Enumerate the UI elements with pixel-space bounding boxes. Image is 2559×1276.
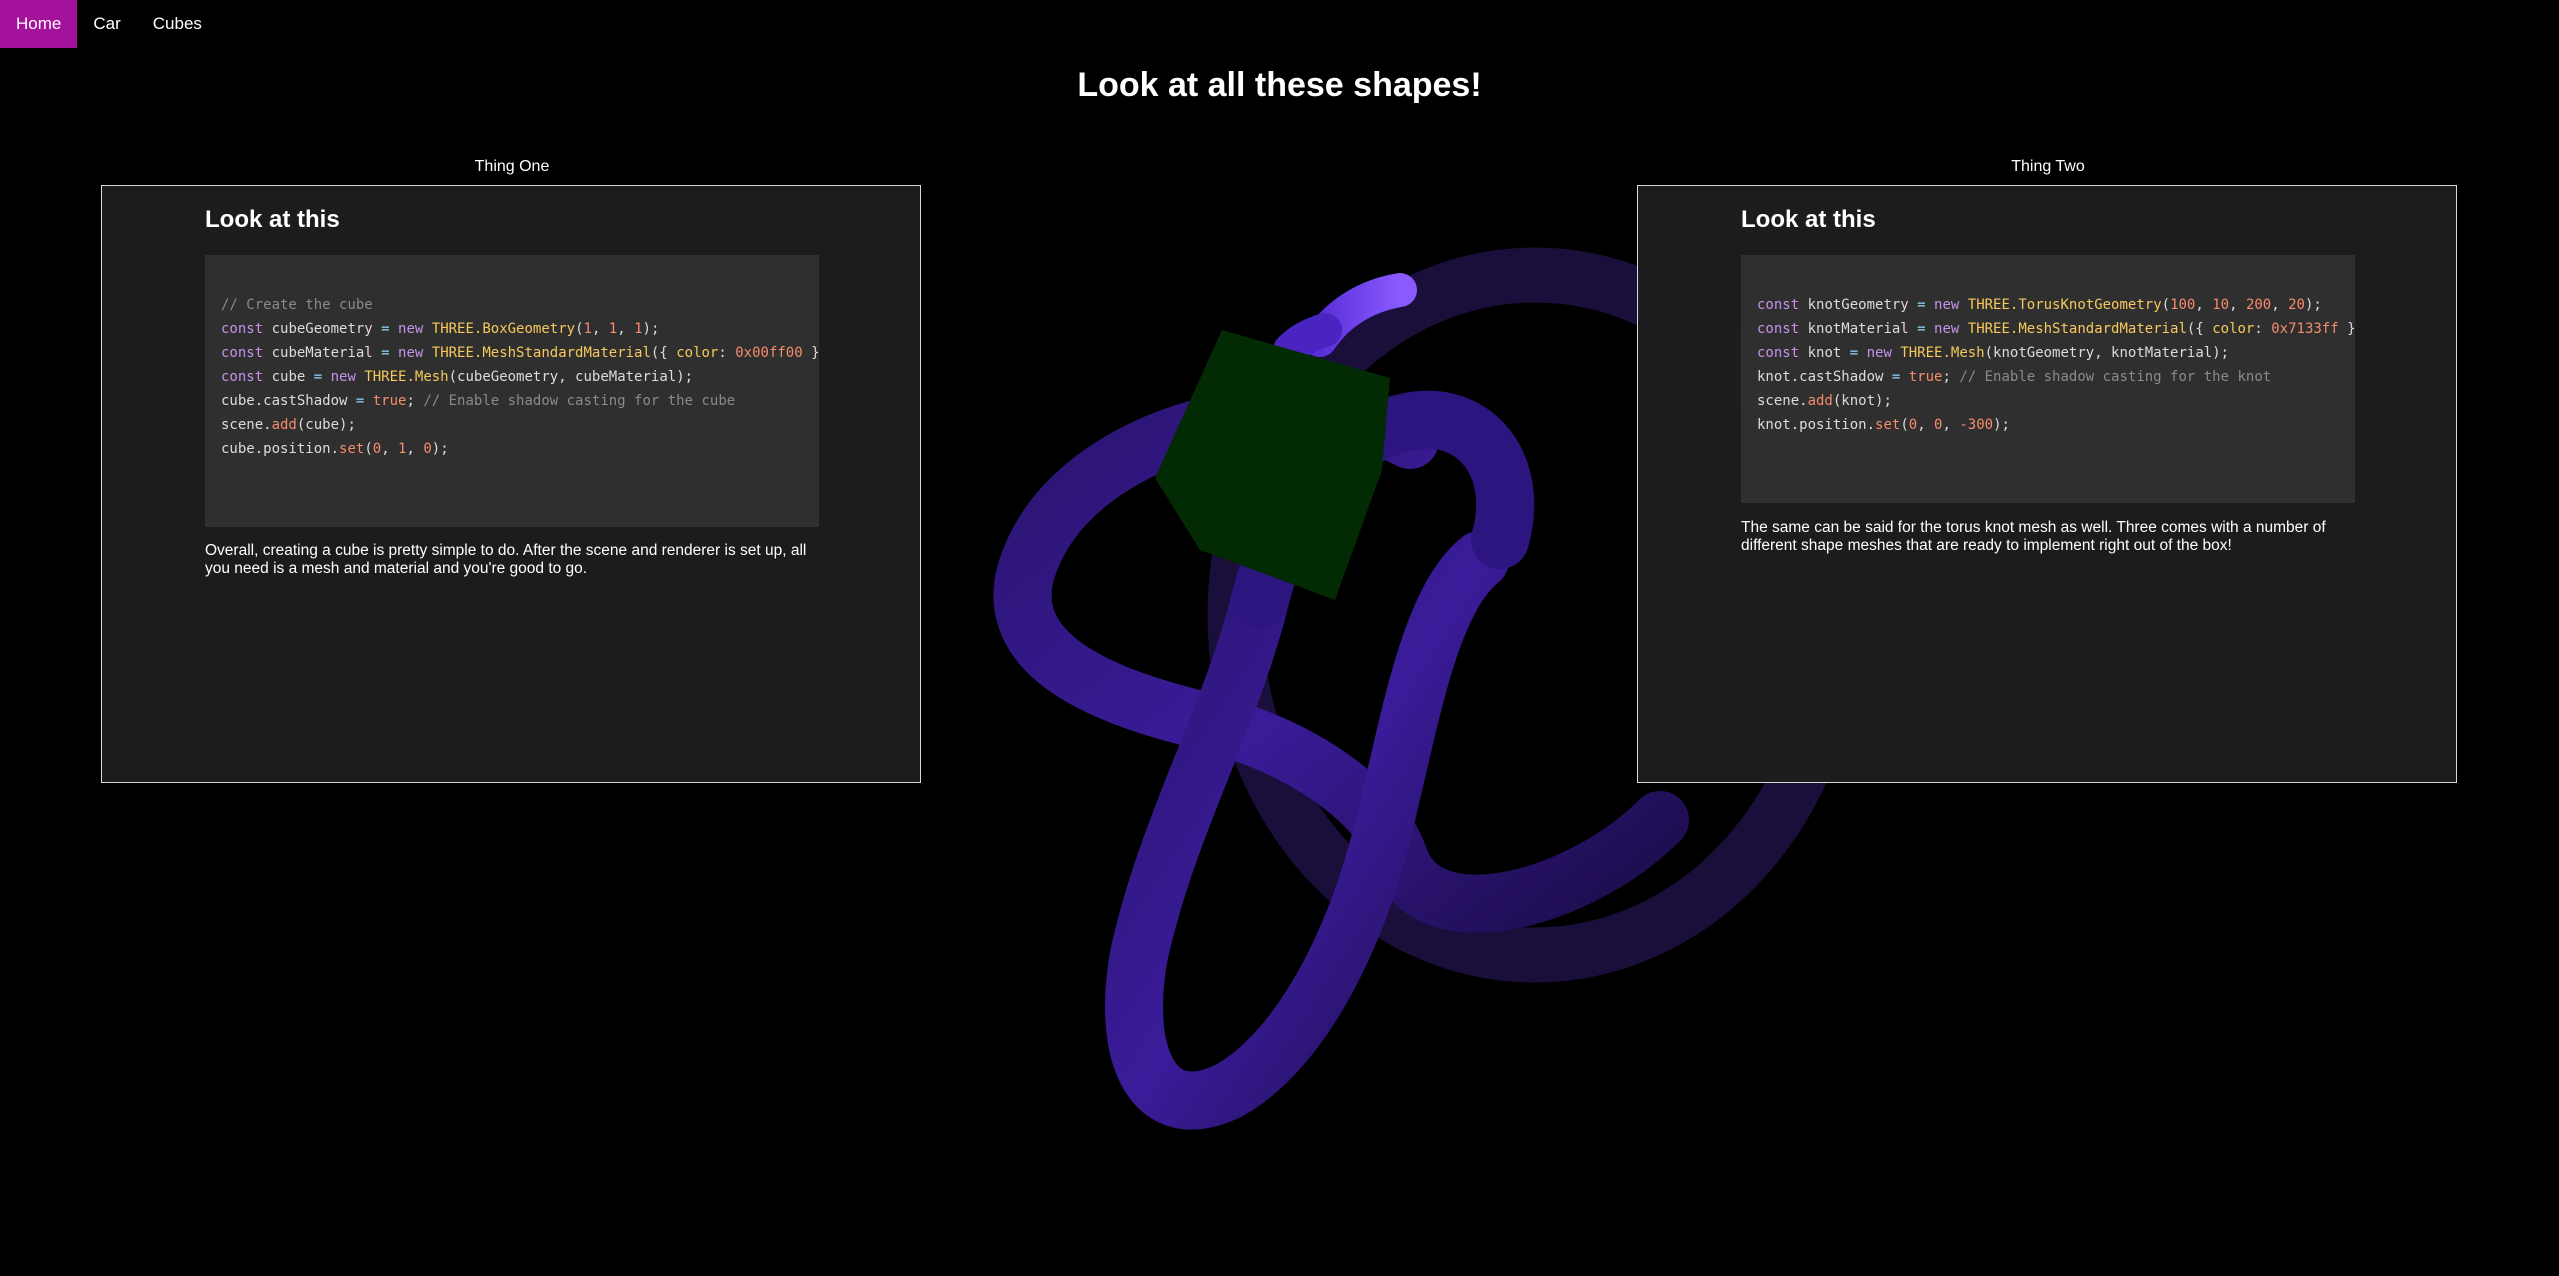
card-two-label: Thing Two (2011, 158, 2085, 175)
code-line: cube.castShadow = true; // Enable shadow… (221, 393, 736, 409)
code-line: const cubeMaterial = new THREE.MeshStand… (221, 345, 819, 361)
code-line: const cubeGeometry = new THREE.BoxGeomet… (221, 321, 660, 337)
code-line: const knotMaterial = new THREE.MeshStand… (1757, 321, 2355, 337)
card-thing-two: Look at this const knotGeometry = new TH… (1637, 185, 2457, 783)
nav-cubes-link[interactable]: Cubes (137, 0, 218, 48)
card-two-description: The same can be said for the torus knot … (1741, 519, 2326, 554)
top-nav: Home Car Cubes (0, 0, 218, 48)
page-title: Look at all these shapes! (1077, 66, 1482, 104)
card-one-description: Overall, creating a cube is pretty simpl… (205, 542, 807, 577)
nav-car-link[interactable]: Car (77, 0, 136, 48)
card-one-label: Thing One (474, 158, 550, 175)
code-line: knot.castShadow = true; // Enable shadow… (1757, 369, 2272, 385)
card-thing-one: Look at this // Create the cube const cub… (101, 185, 921, 783)
code-block-cube[interactable]: // Create the cube const cubeGeometry = n… (205, 255, 819, 527)
code-line: knot.position.set(0, 0, -300); (1757, 417, 2010, 433)
green-cube (1155, 330, 1390, 600)
code-block-knot[interactable]: const knotGeometry = new THREE.TorusKnot… (1741, 255, 2355, 503)
card-one-heading: Look at this (205, 206, 340, 233)
code-line: // Create the cube (221, 297, 373, 313)
code-line: const cube = new THREE.Mesh(cubeGeometry… (221, 369, 694, 385)
code-line: const knotGeometry = new THREE.TorusKnot… (1757, 297, 2322, 313)
code-line: cube.position.set(0, 1, 0); (221, 441, 449, 457)
nav-home-link[interactable]: Home (0, 0, 78, 48)
code-line: const knot = new THREE.Mesh(knotGeometry… (1757, 345, 2230, 361)
code-line: scene.add(cube); (221, 417, 356, 433)
card-two-heading: Look at this (1741, 206, 1876, 233)
code-line: scene.add(knot); (1757, 393, 1892, 409)
